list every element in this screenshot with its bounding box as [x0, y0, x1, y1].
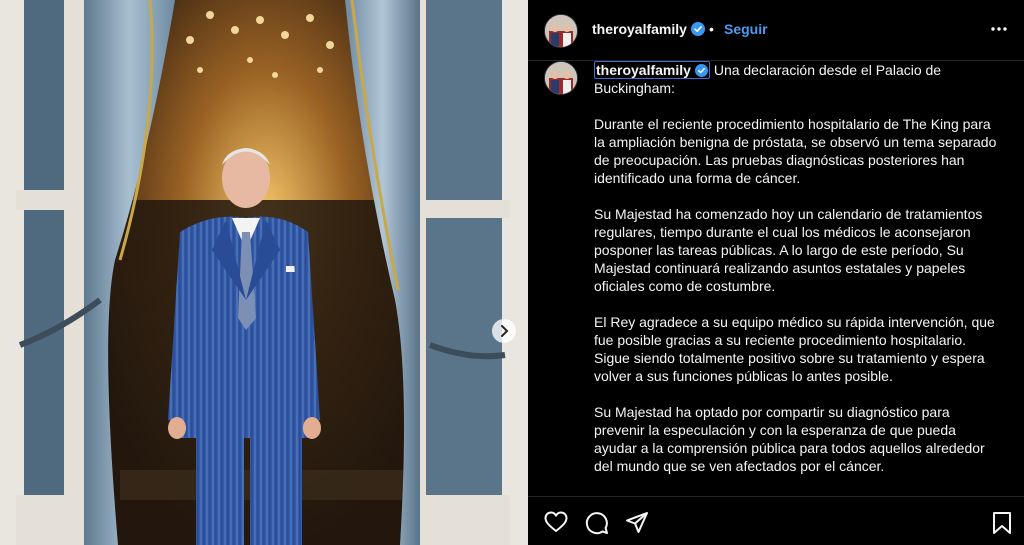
caption-first-paragraph: theroyalfamily Una declaración desde el … — [594, 61, 1002, 97]
caption-paragraph: Su Majestad ha optado por compartir su d… — [594, 404, 985, 474]
post-side-panel: theroyalfamily • Seguir theroyalfamily U… — [528, 0, 1024, 545]
caption-area: theroyalfamily Una declaración desde el … — [528, 61, 1024, 493]
post-header: theroyalfamily • Seguir — [528, 0, 1024, 61]
share-icon[interactable] — [625, 511, 649, 535]
bookmark-icon[interactable] — [992, 511, 1012, 535]
caption-paragraph: El Rey agradece a su equipo médico su rá… — [594, 314, 995, 384]
photo-illustration — [0, 0, 528, 545]
username-text[interactable]: theroyalfamily — [592, 21, 687, 37]
header-username[interactable]: theroyalfamily — [592, 21, 705, 37]
heart-icon[interactable] — [544, 511, 568, 533]
caption-avatar[interactable] — [544, 61, 578, 95]
caption-username[interactable]: theroyalfamily — [594, 61, 710, 79]
caption-paragraph: Durante el reciente procedimiento hospit… — [594, 116, 997, 186]
separator-dot: • — [709, 21, 714, 37]
post-image[interactable] — [0, 0, 528, 545]
avatar-image — [545, 62, 577, 94]
action-bar — [528, 497, 1024, 545]
caption-username-text[interactable]: theroyalfamily — [596, 62, 691, 78]
avatar[interactable] — [544, 14, 578, 48]
caption-text: theroyalfamily Una declaración desde el … — [594, 61, 1002, 493]
next-image-button[interactable] — [492, 319, 516, 343]
chevron-right-icon — [501, 325, 509, 337]
follow-button[interactable]: Seguir — [724, 21, 768, 37]
verified-badge-icon — [690, 22, 705, 36]
verified-badge-icon — [694, 64, 708, 77]
avatar-image — [545, 15, 577, 47]
caption-paragraph: Su Majestad ha comenzado hoy un calendar… — [594, 206, 983, 294]
more-icon[interactable] — [990, 20, 1008, 38]
comment-icon[interactable] — [585, 511, 609, 535]
